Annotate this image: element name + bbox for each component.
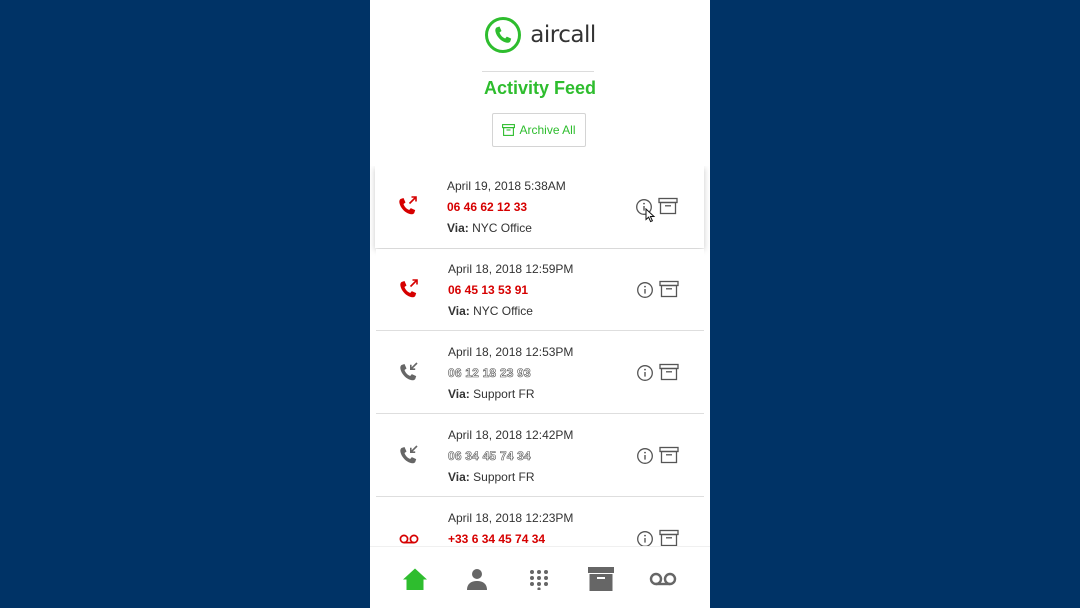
call-date: April 19, 2018 5:38AM [447,179,566,193]
archive-icon[interactable] [658,197,678,215]
via-label: Via: [448,470,470,484]
nav-voicemail[interactable] [648,564,678,594]
nav-archive[interactable] [586,564,616,594]
info-icon[interactable] [636,530,654,546]
phone-number: +33 6 34 45 74 34 [448,532,546,546]
phone-outgoing-icon [400,279,418,298]
archive-icon[interactable] [659,363,679,381]
call-date: April 18, 2018 12:23PM [448,511,574,525]
feed-item[interactable]: April 18, 2018 12:59PM 06 45 13 53 91 Vi… [376,249,704,331]
phone-number: 06 12 18 23 93 [448,366,531,381]
aircall-logo: aircall [370,16,710,54]
mouse-pointer-icon [645,208,656,223]
via-line: Via: NYC Office [447,221,532,235]
feed-item[interactable]: April 19, 2018 5:38AM 06 46 62 12 33 Via… [375,166,704,248]
archive-all-label: Archive All [519,123,576,137]
via-line: Via: NYC Office [448,304,533,318]
phone-number: 06 45 13 53 91 [448,283,529,297]
via-value: NYC Office [472,221,532,235]
via-line: Via: Support FR [448,387,535,401]
phone-app-panel: aircall Activity Feed Archive All April … [370,0,710,608]
feed-item[interactable]: April 18, 2018 12:42PM 06 34 45 74 34 Vi… [376,415,704,497]
via-value: Support FR [473,387,535,401]
page-title: Activity Feed [483,78,597,98]
phone-incoming-icon [400,445,418,464]
via-label: Via: [448,304,470,318]
archive-icon [502,124,516,136]
archive-all-button[interactable]: Archive All [492,113,586,147]
phone-incoming-icon [400,362,418,381]
voicemail-icon [399,534,419,544]
info-icon[interactable] [636,447,654,465]
contacts-icon [467,569,487,590]
archive-icon[interactable] [659,446,679,464]
nav-keypad[interactable] [524,564,554,594]
voicemail-icon [649,572,677,586]
via-label: Via: [447,221,469,235]
activity-feed-list: April 19, 2018 5:38AM 06 46 62 12 33 Via… [370,166,710,546]
call-date: April 18, 2018 12:59PM [448,262,574,276]
phone-number: 06 34 45 74 34 [448,449,531,464]
bottom-navigation [370,546,710,608]
via-value: Support FR [473,470,535,484]
via-label: Via: [448,387,470,401]
phone-outgoing-icon [399,196,417,215]
nav-contacts[interactable] [462,564,492,594]
archive-icon [588,567,614,591]
via-line: Via: Support FR [448,470,535,484]
header-divider [482,71,594,72]
nav-home[interactable] [400,564,430,594]
call-date: April 18, 2018 12:42PM [448,428,574,442]
via-value: NYC Office [473,304,533,318]
keypad-icon [530,570,548,590]
feed-item[interactable]: April 18, 2018 12:23PM +33 6 34 45 74 34 [376,498,704,546]
brand-name: aircall [530,22,596,48]
info-icon[interactable] [636,364,654,382]
archive-icon[interactable] [659,529,679,546]
phone-number: 06 46 62 12 33 [447,200,528,214]
home-icon [403,568,427,590]
feed-item[interactable]: April 18, 2018 12:53PM 06 12 18 23 93 Vi… [376,332,704,414]
phone-logo-icon [485,17,522,53]
call-date: April 18, 2018 12:53PM [448,345,574,359]
info-icon[interactable] [636,281,654,299]
archive-icon[interactable] [659,280,679,298]
